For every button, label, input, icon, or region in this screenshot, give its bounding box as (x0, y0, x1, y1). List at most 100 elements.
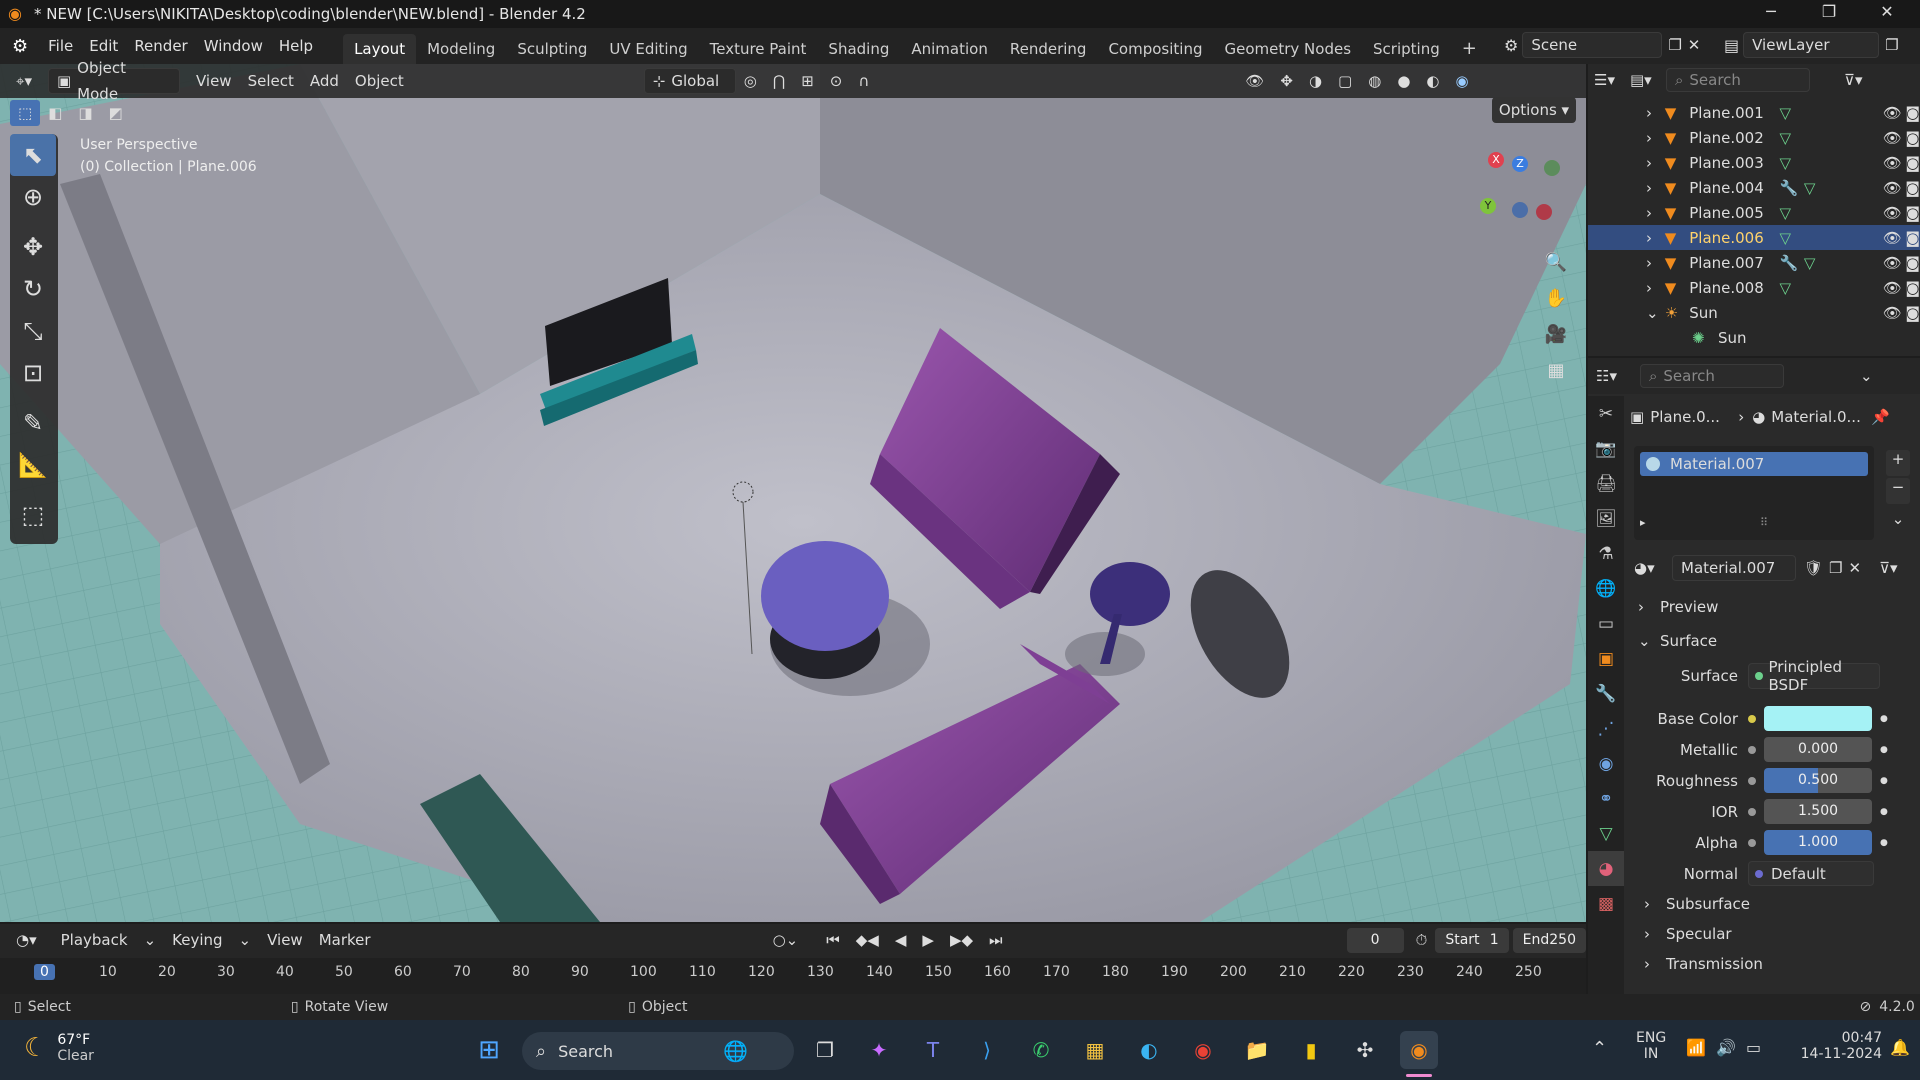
edge-icon[interactable]: ◐ (1130, 1031, 1168, 1069)
snap-target-icon[interactable]: ⊞ (793, 68, 822, 94)
powerbi-icon[interactable]: ▮ (1292, 1031, 1330, 1069)
scene-icon[interactable]: ⚙ (1504, 36, 1518, 55)
close-icon[interactable]: ✕ (1864, 2, 1910, 26)
eye-icon[interactable]: 👁 (1883, 129, 1906, 147)
eye-icon[interactable]: 👁 (1883, 254, 1906, 272)
mode-dropdown[interactable]: ▣ Object Mode (47, 59, 180, 103)
preview-panel-header[interactable]: › Preview (1630, 592, 1914, 622)
surface-panel-header[interactable]: ⌄ Surface (1630, 626, 1914, 656)
filter-icon[interactable]: ⊽▾ (1844, 71, 1863, 89)
camera-render-icon[interactable]: ◙ (1905, 129, 1920, 147)
3d-viewport[interactable] (0, 64, 1586, 922)
select-subtract-icon[interactable]: ◨ (70, 100, 100, 126)
normal-field[interactable]: Default (1748, 861, 1874, 886)
menu-help[interactable]: Help (271, 33, 321, 59)
new-viewlayer-icon[interactable]: ❐ (1885, 36, 1898, 54)
proportional-edit-icon[interactable]: ⊙ (822, 68, 851, 94)
current-frame-field[interactable]: 0 (1346, 927, 1404, 953)
ior-field[interactable]: 1.500 (1764, 799, 1872, 824)
keyframe-dot-icon[interactable]: ● (1880, 776, 1888, 786)
gizmo-z-axis[interactable]: Z (1512, 156, 1528, 172)
pan-hand-icon[interactable]: ✋ (1540, 280, 1572, 316)
visibility-icon[interactable]: 👁 (1237, 68, 1272, 94)
unlink-material-icon[interactable]: ✕ (1849, 559, 1862, 577)
surface-shader-field[interactable]: Principled BSDF (1748, 658, 1880, 694)
object-tab-icon[interactable]: ▣ (1588, 641, 1624, 676)
whatsapp-icon[interactable]: ✆ (1022, 1031, 1060, 1069)
shading-wireframe-icon[interactable]: ◍ (1360, 68, 1389, 94)
add-slot-icon[interactable]: + (1886, 450, 1910, 476)
pin-icon[interactable]: 📌 (1871, 408, 1890, 426)
material-browse-icon[interactable]: ◕▾ (1634, 559, 1672, 577)
language-indicator[interactable]: ENG IN (1636, 1030, 1666, 1062)
outliner-item[interactable]: › ▼ Plane.002 ▽ 👁 ◙ (1588, 125, 1920, 150)
gizmo-neg-z-axis[interactable] (1512, 202, 1528, 218)
start-frame-field[interactable]: Start 1 (1435, 927, 1509, 953)
expand-arrow-icon[interactable]: › (1646, 204, 1665, 222)
keyframe-dot-icon[interactable]: ● (1880, 838, 1888, 848)
expand-arrow-icon[interactable]: › (1646, 254, 1665, 272)
overlay-toggle-icon[interactable]: ◑ (1301, 68, 1330, 94)
tab-rendering[interactable]: Rendering (999, 34, 1098, 64)
transmission-panel-header[interactable]: › Transmission (1630, 949, 1914, 979)
tab-layout[interactable]: Layout (343, 34, 417, 64)
scale-tool-icon[interactable]: ⤡ (10, 310, 56, 352)
subsurface-panel-header[interactable]: › Subsurface (1630, 889, 1914, 919)
expand-arrow-icon[interactable]: › (1646, 129, 1665, 147)
keyframe-dot-icon[interactable]: ● (1880, 745, 1888, 755)
viewlayer-icon[interactable]: ▤ (1724, 36, 1739, 55)
zoom-icon[interactable]: 🔍 (1540, 244, 1572, 280)
add-workspace-icon[interactable]: + (1451, 34, 1488, 64)
jump-start-icon[interactable]: ⏮ (818, 927, 848, 953)
taskbar-search[interactable]: ⌕ Search 🌐 (522, 1032, 794, 1070)
outliner-search-input[interactable]: ⌕ Search (1666, 68, 1810, 92)
gizmo-y-axis[interactable]: Y (1480, 198, 1496, 214)
world-tab-icon[interactable]: 🌐 (1588, 571, 1624, 606)
clock[interactable]: 00:47 14-11-2024 (1786, 1030, 1882, 1062)
camera-render-icon[interactable]: ◙ (1905, 154, 1920, 172)
tab-sculpting[interactable]: Sculpting (506, 34, 598, 64)
store-icon[interactable]: ▦ (1076, 1031, 1114, 1069)
view-layer-tab-icon[interactable]: 🖼 (1588, 501, 1624, 536)
outliner-item[interactable]: › ▼ Plane.001 ▽ 👁 ◙ (1588, 100, 1920, 125)
viewport-menu-add[interactable]: Add (302, 68, 347, 94)
timeline-editor-icon[interactable]: ◔▾ (8, 927, 45, 953)
cursor-tool-icon[interactable]: ⊕ (10, 176, 56, 218)
eye-icon[interactable]: 👁 (1883, 154, 1906, 172)
transform-orientation-dropdown[interactable]: ⊹ Global (643, 68, 736, 94)
expand-arrow-icon[interactable]: › (1646, 104, 1665, 122)
remove-slot-icon[interactable]: − (1886, 478, 1910, 504)
perspective-toggle-icon[interactable]: ▦ (1540, 352, 1572, 388)
jump-keyframe-forward-icon[interactable]: ▶◆ (942, 927, 981, 953)
creo-app-icon[interactable]: ✣ (1346, 1031, 1384, 1069)
minimize-icon[interactable]: ─ (1748, 2, 1794, 26)
new-scene-icon[interactable]: ❐ (1668, 36, 1681, 54)
camera-render-icon[interactable]: ◙ (1905, 104, 1920, 122)
tab-geometry-nodes[interactable]: Geometry Nodes (1213, 34, 1362, 64)
camera-render-icon[interactable]: ◙ (1905, 254, 1920, 272)
data-tab-icon[interactable]: ▽ (1588, 816, 1624, 851)
keying-chevron-icon[interactable]: ⌄ (231, 927, 260, 953)
tool-tab-icon[interactable]: ✂ (1588, 396, 1624, 431)
tab-animation[interactable]: Animation (900, 34, 998, 64)
camera-view-icon[interactable]: 🎥 (1540, 316, 1572, 352)
camera-render-icon[interactable]: ◙ (1905, 229, 1920, 247)
viewlayer-field[interactable]: ViewLayer (1743, 32, 1880, 58)
pivot-icon[interactable]: ◎ (736, 68, 765, 94)
select-invert-icon[interactable]: ◩ (101, 100, 131, 126)
constraints-tab-icon[interactable]: ⚭ (1588, 781, 1624, 816)
gizmo-x-axis[interactable]: X (1488, 152, 1504, 168)
output-tab-icon[interactable]: 🖨 (1588, 466, 1624, 501)
fake-user-icon[interactable]: 🛡 (1804, 559, 1823, 577)
viewport-menu-select[interactable]: Select (240, 68, 302, 94)
properties-editor-icon[interactable]: ☷▾ (1596, 367, 1640, 385)
expand-arrow-icon[interactable]: › (1646, 229, 1665, 247)
maximize-icon[interactable]: ❐ (1806, 2, 1852, 26)
auto-keying-icon[interactable]: ○⌄ (765, 927, 807, 953)
eye-icon[interactable]: 👁 (1883, 304, 1906, 322)
material-name-field[interactable]: Material.007 (1672, 555, 1796, 581)
file-explorer-icon[interactable]: 📁 (1238, 1031, 1276, 1069)
eye-icon[interactable]: 👁 (1883, 279, 1906, 297)
eye-icon[interactable]: 👁 (1883, 204, 1906, 222)
viewport-menu-view[interactable]: View (188, 68, 240, 94)
